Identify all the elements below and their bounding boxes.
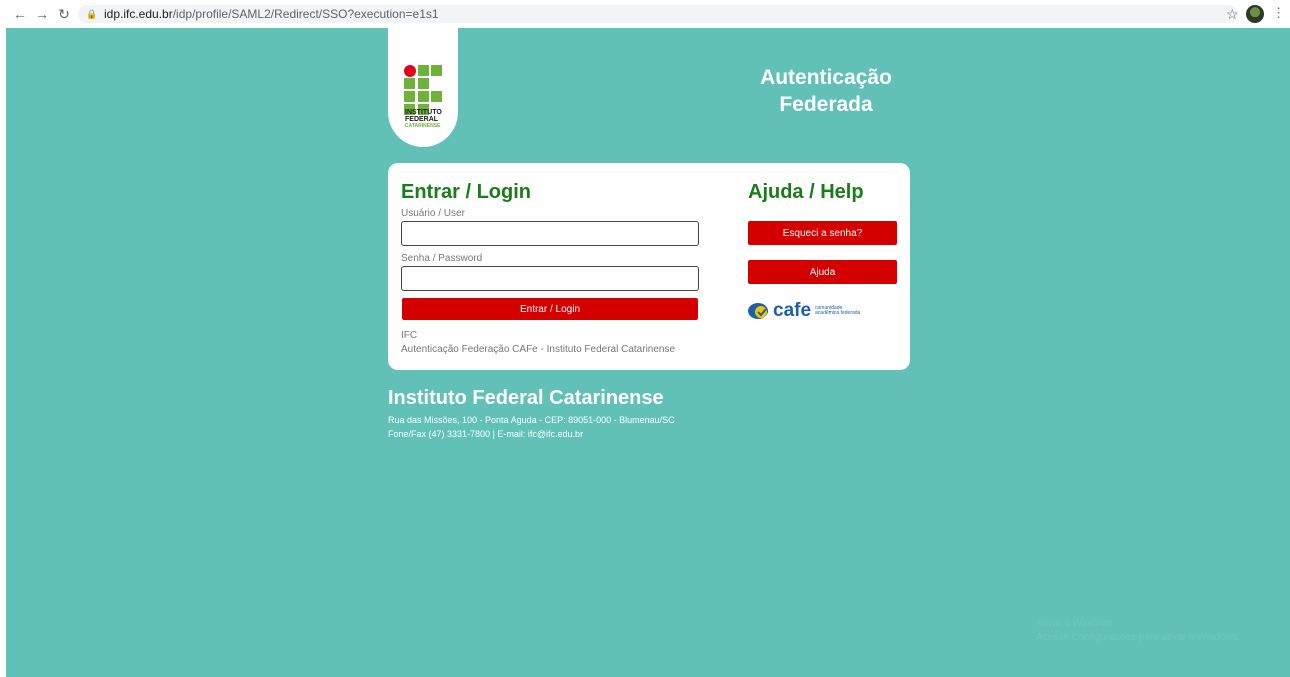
login-card: Entrar / Login Usuário / User Senha / Pa… xyxy=(388,163,910,370)
institution-name: Instituto Federal Catarinense xyxy=(388,387,664,409)
logo-square xyxy=(431,91,442,102)
username-field[interactable] xyxy=(401,221,699,246)
login-heading: Entrar / Login xyxy=(401,181,531,203)
menu-kebab-icon[interactable]: ⋮ xyxy=(1272,5,1285,21)
title-line-1: Autenticação xyxy=(760,66,892,89)
browser-toolbar: ← → ↻ 🔒 idp.ifc.edu.br/idp/profile/SAML2… xyxy=(0,0,1290,28)
page: INSTITUTO FEDERAL CATARINENSE Autenticaç… xyxy=(6,28,1290,677)
logo-square xyxy=(404,78,415,89)
cafe-wordmark: cafe xyxy=(773,300,812,321)
url-text: idp.ifc.edu.br/idp/profile/SAML2/Redirec… xyxy=(104,7,439,21)
logo-square xyxy=(418,65,429,76)
logo-square xyxy=(418,91,429,102)
reload-icon[interactable]: ↻ xyxy=(56,6,72,22)
institution-contact: Fone/Fax (47) 3331-7800 | E-mail: ifc@if… xyxy=(388,429,584,439)
lock-icon: 🔒 xyxy=(86,8,98,19)
cafe-logo: cafe comunidade acadêmica federada xyxy=(748,301,860,321)
title-line-2: Federada xyxy=(779,93,873,116)
ifc-logo: INSTITUTO FEDERAL CATARINENSE xyxy=(388,28,458,147)
address-bar[interactable]: 🔒 idp.ifc.edu.br/idp/profile/SAML2/Redir… xyxy=(78,5,1238,23)
cafe-tagline: comunidade acadêmica federada xyxy=(815,306,860,316)
card-footer-org: IFC xyxy=(401,330,418,341)
logo-wordmark: INSTITUTO FEDERAL CATARINENSE xyxy=(405,109,442,130)
card-footer-description: Autenticação Federação CAFe - Instituto … xyxy=(401,344,676,355)
page-title: Autenticação Federada xyxy=(706,64,946,118)
url-path: /idp/profile/SAML2/Redirect/SSO?executio… xyxy=(172,7,439,21)
profile-avatar[interactable] xyxy=(1246,5,1264,23)
url-host: idp.ifc.edu.br xyxy=(104,7,173,21)
login-button[interactable]: Entrar / Login xyxy=(402,298,698,320)
logo-square xyxy=(431,65,442,76)
institution-address: Rua das Missões, 100 - Ponta Aguda - CEP… xyxy=(388,415,675,425)
bookmark-star-icon[interactable]: ☆ xyxy=(1226,6,1239,23)
forgot-password-button[interactable]: Esqueci a senha? xyxy=(748,221,897,245)
windows-activation-text: Acesse Configurações para ativar o Windo… xyxy=(1036,632,1241,643)
logo-square xyxy=(418,78,429,89)
password-field[interactable] xyxy=(401,266,699,291)
password-label: Senha / Password xyxy=(401,253,483,264)
help-heading: Ajuda / Help xyxy=(748,181,864,203)
cafe-cup-icon xyxy=(748,303,768,319)
forward-icon[interactable]: → xyxy=(34,6,50,22)
windows-activation-title: Ativar o Windows xyxy=(1036,618,1114,629)
logo-line-3: CATARINENSE xyxy=(405,123,441,129)
username-label: Usuário / User xyxy=(401,208,465,219)
back-icon[interactable]: ← xyxy=(12,6,28,22)
cafe-tagline-2: acadêmica federada xyxy=(815,310,861,316)
logo-square xyxy=(404,91,415,102)
help-button[interactable]: Ajuda xyxy=(748,260,897,284)
logo-dot xyxy=(404,65,416,77)
